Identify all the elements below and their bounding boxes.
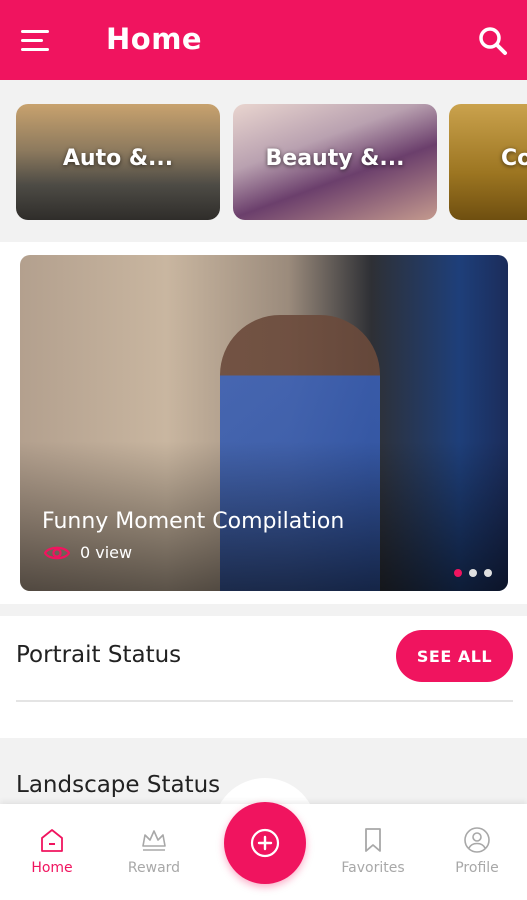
carousel-dot[interactable] xyxy=(469,569,477,577)
nav-label: Reward xyxy=(127,860,181,876)
divider xyxy=(16,700,513,702)
featured-views: 0 view xyxy=(44,543,132,562)
landscape-status-title: Landscape Status xyxy=(16,772,221,798)
crown-icon xyxy=(142,830,166,851)
category-label: Auto &... xyxy=(62,146,174,171)
bookmark-icon xyxy=(365,828,381,852)
search-icon[interactable] xyxy=(478,26,508,56)
nav-label: Profile xyxy=(455,860,499,876)
nav-label: Home xyxy=(31,860,73,876)
nav-reward[interactable]: Reward xyxy=(114,826,194,876)
home-icon xyxy=(41,829,63,852)
nav-profile[interactable]: Profile xyxy=(437,826,517,876)
view-count: 0 view xyxy=(80,543,133,562)
nav-label: Favorites xyxy=(341,860,405,876)
category-card-beauty[interactable]: Beauty &... xyxy=(233,104,437,220)
nav-favorites[interactable]: Favorites xyxy=(333,826,413,876)
eye-icon xyxy=(44,546,70,559)
carousel-dot[interactable] xyxy=(454,569,462,577)
category-label: Co xyxy=(501,146,527,171)
carousel-dot[interactable] xyxy=(484,569,492,577)
portrait-status-title: Portrait Status xyxy=(16,642,182,668)
category-card-partial[interactable]: Co xyxy=(449,104,527,220)
category-carousel[interactable]: Auto &... Beauty &... Co xyxy=(0,80,527,242)
app-bar: Home xyxy=(0,0,527,80)
category-label: Beauty &... xyxy=(265,146,405,171)
profile-icon xyxy=(464,827,490,853)
featured-video-card[interactable]: Funny Moment Compilation 0 view xyxy=(20,255,508,591)
page-title: Home xyxy=(106,22,203,56)
see-all-button[interactable]: SEE ALL xyxy=(396,630,513,682)
portrait-status-section: Portrait Status SEE ALL xyxy=(0,616,527,738)
add-circle-icon xyxy=(250,828,280,858)
featured-section: Funny Moment Compilation 0 view xyxy=(0,242,527,604)
menu-icon[interactable] xyxy=(21,28,51,52)
add-button[interactable] xyxy=(224,802,306,884)
category-card-auto[interactable]: Auto &... xyxy=(16,104,220,220)
featured-title: Funny Moment Compilation xyxy=(42,509,345,534)
nav-home[interactable]: Home xyxy=(12,826,92,876)
carousel-pagination xyxy=(454,569,492,577)
